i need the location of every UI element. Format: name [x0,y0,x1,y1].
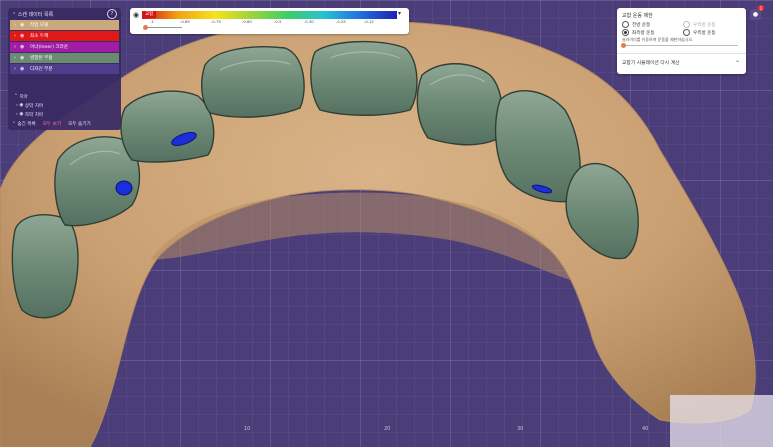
radio-right-movement-disabled[interactable]: 우측방 운동 [683,21,716,28]
chevron-down-icon[interactable]: ▾ [398,10,401,17]
eye-icon[interactable]: ◉ [19,112,23,117]
eye-icon[interactable]: ◉ [20,44,30,50]
scan-data-title: ⌃ 스캔 데이터 목록 [12,11,54,18]
scan-item-work-model[interactable]: › ◉ 작업 모델 [10,20,119,30]
color-scale-bar [142,11,397,19]
scale-tick: -0.30 [304,19,314,24]
hidden-list-toggle[interactable]: ⌃ 숨긴 목록 [12,121,36,127]
radio-forward-movement[interactable]: 전방 운동 [622,21,650,28]
scan-item-label: 디자인 부분 [30,67,53,72]
radio-label: 전방 운동 [632,22,651,28]
chevron-up-icon: ⌃ [12,11,17,18]
view-icon[interactable]: ◉ [133,11,139,19]
recalculate-simulation-button[interactable]: 교합기 시뮬레이션 다시 계산 [622,59,680,66]
glare [670,395,773,447]
scale-tick: -0.12 [364,19,374,24]
contact-spot-1 [115,180,133,196]
eye-icon[interactable]: ◉ [20,33,30,39]
scale-tick: -0.85 [180,19,190,24]
eye-icon[interactable]: ◉ [20,22,30,28]
jaw-group-label: 치아 [19,94,28,100]
user-icon: ● [752,11,759,18]
radio-right-movement[interactable]: 우측방 운동 [683,29,716,36]
scan-item-label: 이너(Inner) 크라운 [30,45,69,50]
radio-dot[interactable] [683,21,690,28]
jaw-group-header[interactable]: ⌃ 치아 [8,92,121,101]
radio-label: 좌측방 운동 [632,30,655,36]
hidden-list-footer: ⌃ 숨긴 목록 모두 보기 모두 숨기기 [8,119,121,129]
tooth-crown-5[interactable] [310,40,418,116]
scan-item-inner-crown[interactable]: › ◉ 이너(Inner) 크라운 [10,42,119,52]
scale-slider-handle[interactable] [143,25,148,30]
show-all-button[interactable]: 모두 보기 [43,121,61,127]
jaw-item-upper[interactable]: › ◉ 상악 치아 [8,101,121,110]
scan-item-min-thickness[interactable]: › ◉ 최소 두께 [10,31,119,41]
scan-item-label: 작업 모델 [30,23,49,28]
color-scale-panel: ◉ 교합 -1 -0.85 -0.75 -0.60 -0.5 -0.30 -0.… [130,8,409,34]
radio-label: 우측방 운동 [693,30,716,36]
radio-dot[interactable] [622,29,629,36]
tooth-crown-1[interactable] [11,214,79,319]
scale-tick: -0.75 [211,19,221,24]
scale-gradient [142,11,397,19]
scan-data-panel: ⌃ 스캔 데이터 목록 ? › ◉ 작업 모델 › ◉ 최소 두께 › ◉ 이너(Inner… [8,8,121,130]
tooth-crown-3[interactable] [120,90,215,163]
movement-slider-handle[interactable] [621,43,626,48]
scale-tick: -0.60 [242,19,252,24]
scan-item-label: 최소 두께 [30,34,49,39]
tooth-crown-6[interactable] [416,63,503,146]
eye-icon[interactable]: ◉ [20,66,30,72]
eye-icon[interactable]: ◉ [20,55,30,61]
axis-tick-1: 10 [244,426,251,432]
jaw-item-lower[interactable]: › ◉ 하악 치아 [8,110,121,119]
notification-badge: 1 [758,5,764,11]
movement-panel-title: 교합 운동 제한 [622,13,653,19]
scale-tick: -0.5 [274,19,282,24]
scan-item-design-part[interactable]: › ◉ 디자인 부분 [10,64,119,74]
axis-tick-3: 30 [517,426,524,432]
scale-slider-track[interactable] [144,27,182,28]
axis-tick-4: 40 [642,426,649,432]
scale-ticks: -1 -0.85 -0.75 -0.60 -0.5 -0.30 -0.25 -0… [142,19,374,25]
scan-data-header[interactable]: ⌃ 스캔 데이터 목록 ? [8,8,121,20]
scan-item-merged-parts[interactable]: › ◉ 병합된 부품 [10,53,119,63]
chevron-right-icon[interactable]: › [16,103,18,108]
chevron-right-icon[interactable]: › [16,112,18,117]
chevron-up-icon: ⌃ [12,122,16,127]
panel-divider [617,53,746,54]
tooth-crown-4[interactable] [201,46,305,118]
help-icon[interactable]: ? [107,9,117,19]
occlusion-badge: 교합 [142,11,157,18]
eye-icon[interactable]: ◉ [19,103,23,108]
radio-dot[interactable] [683,29,690,36]
chevron-down-icon[interactable]: ⌄ [735,57,740,64]
scale-tick: -0.25 [336,19,346,24]
jaw-item-label: 하악 치아 [24,112,44,118]
radio-left-movement[interactable]: 좌측방 운동 [622,29,655,36]
movement-slider-track[interactable] [623,45,738,46]
radio-label: 우측방 운동 [693,22,716,28]
slider-instruction: 슬라이더를 이동하여 운동을 제한하십시오. [622,37,694,42]
scale-tick: -1 [150,19,154,24]
chevron-up-icon: ⌃ [14,94,18,99]
axis-tick-2: 20 [384,426,391,432]
occlusion-movement-panel: 교합 운동 제한 전방 운동 우측방 운동 좌측방 운동 우측방 운동 슬라이더… [617,8,746,74]
scan-item-label: 병합된 부품 [30,56,53,61]
jaw-item-label: 상악 치아 [24,103,44,109]
radio-dot[interactable] [622,21,629,28]
hide-all-button[interactable]: 모두 숨기기 [68,121,91,127]
